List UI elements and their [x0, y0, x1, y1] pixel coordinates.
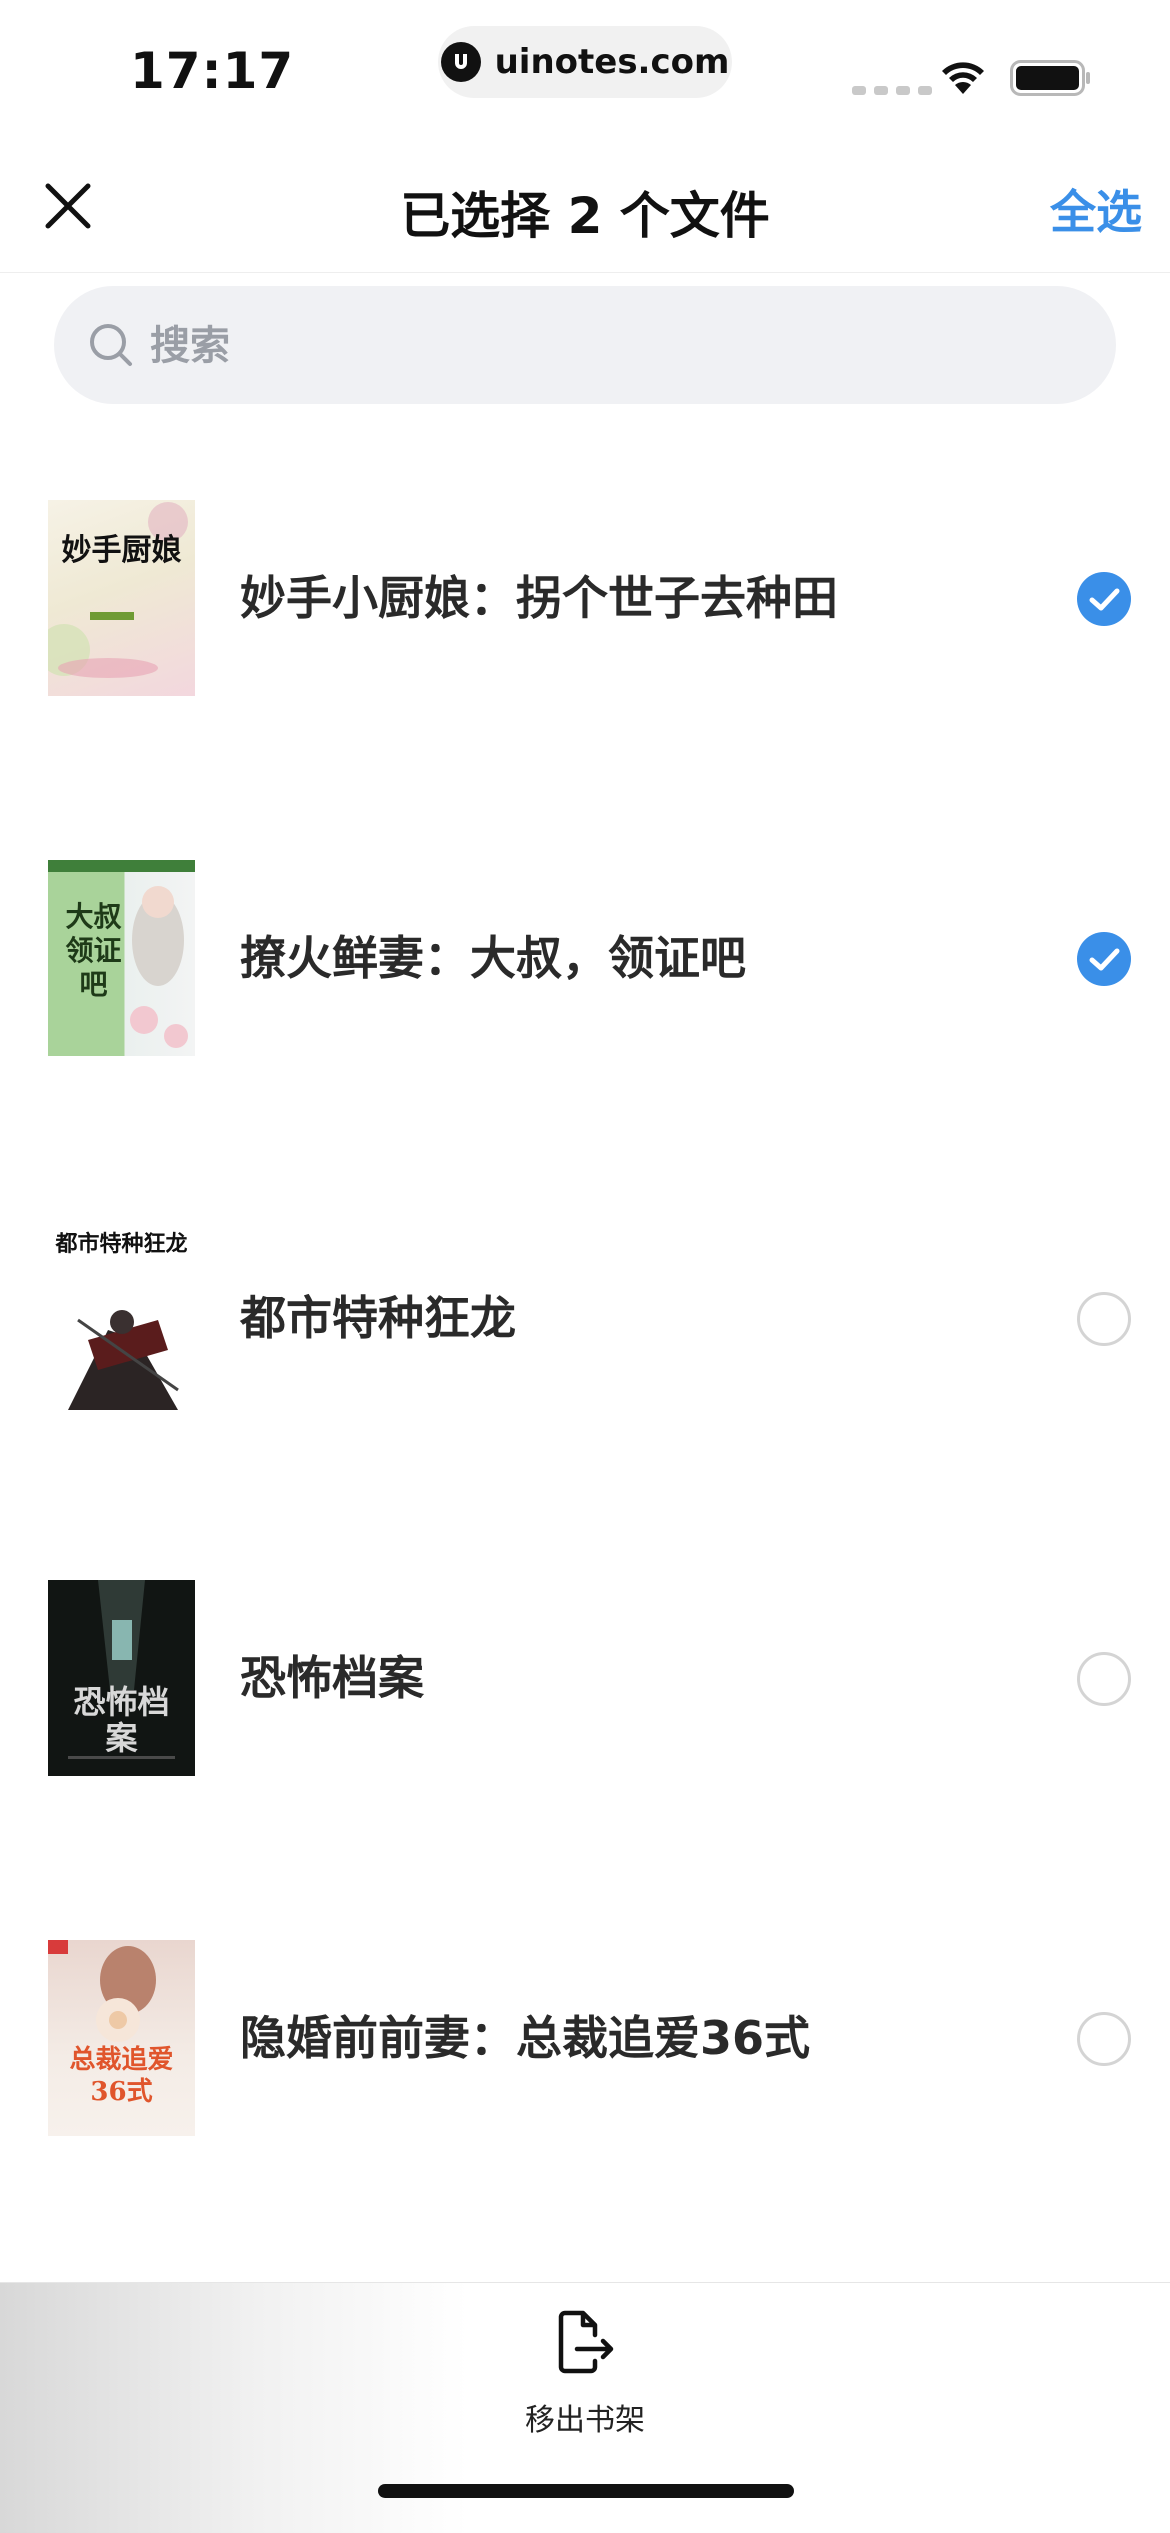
- book-cover: 大叔领证吧: [48, 860, 195, 1056]
- book-title: 撩火鲜妻：大叔，领证吧: [240, 931, 746, 985]
- book-cover: 恐怖档案: [48, 1580, 195, 1776]
- book-item[interactable]: 大叔领证吧 撩火鲜妻：大叔，领证吧: [0, 850, 1170, 1210]
- book-item[interactable]: 恐怖档案 恐怖档案: [0, 1570, 1170, 1930]
- select-all-button[interactable]: 全选: [1050, 176, 1142, 242]
- book-cover: 都市特种狂龙: [48, 1220, 195, 1416]
- checkbox-unchecked[interactable]: [1077, 2012, 1131, 2066]
- page-title: 已选择 2 个文件: [400, 187, 770, 245]
- cover-text: 都市特种狂龙: [55, 1231, 188, 1257]
- file-export-icon: [558, 2310, 614, 2374]
- cover-text: 妙手厨娘: [61, 533, 182, 568]
- book-list: 妙手厨娘 妙手小厨娘：拐个世子去种田 大叔领证吧 撩火鲜妻：大叔，领证吧 都市特…: [0, 490, 1170, 2290]
- cover-text: 大叔领证吧: [65, 900, 122, 1001]
- checkbox-unchecked[interactable]: [1077, 1292, 1131, 1346]
- url-pill[interactable]: uinotes.com: [438, 26, 732, 98]
- book-title: 恐怖档案: [240, 1651, 424, 1705]
- search-input[interactable]: [148, 286, 1052, 406]
- checkmark-icon: [1089, 948, 1120, 971]
- remove-from-shelf-label: 移出书架: [525, 2403, 645, 2438]
- url-text: uinotes.com: [494, 42, 730, 82]
- cellular-signal-icon: [852, 86, 932, 95]
- checkmark-icon: [1089, 588, 1120, 611]
- book-title: 妙手小厨娘：拐个世子去种田: [240, 571, 838, 625]
- checkbox-checked[interactable]: [1077, 932, 1131, 986]
- home-indicator[interactable]: [378, 2484, 794, 2498]
- site-logo-icon: [440, 42, 481, 82]
- cover-text: 总裁追爱36式: [69, 2045, 174, 2107]
- checkbox-checked[interactable]: [1077, 572, 1131, 626]
- cover-text: 恐怖档案: [73, 1683, 170, 1757]
- selection-header: 已选择 2 个文件 全选: [0, 150, 1170, 273]
- status-time: 17:17: [130, 42, 295, 100]
- book-item[interactable]: 总裁追爱36式 隐婚前前妻：总裁追爱36式: [0, 1930, 1170, 2290]
- wifi-icon: [942, 62, 984, 94]
- status-bar: 17:17 uinotes.com: [0, 0, 1170, 150]
- search-icon: [90, 324, 132, 366]
- book-title: 都市特种狂龙: [240, 1291, 516, 1345]
- book-cover: 妙手厨娘: [48, 500, 195, 696]
- book-title: 隐婚前前妻：总裁追爱36式: [240, 2011, 811, 2065]
- checkbox-unchecked[interactable]: [1077, 1652, 1131, 1706]
- battery-icon: [1010, 60, 1090, 96]
- book-item[interactable]: 都市特种狂龙 都市特种狂龙: [0, 1210, 1170, 1570]
- book-cover: 总裁追爱36式: [48, 1940, 195, 2136]
- remove-from-shelf-button[interactable]: 移出书架: [480, 2299, 690, 2439]
- search-bar[interactable]: [54, 286, 1116, 406]
- book-item[interactable]: 妙手厨娘 妙手小厨娘：拐个世子去种田: [0, 490, 1170, 850]
